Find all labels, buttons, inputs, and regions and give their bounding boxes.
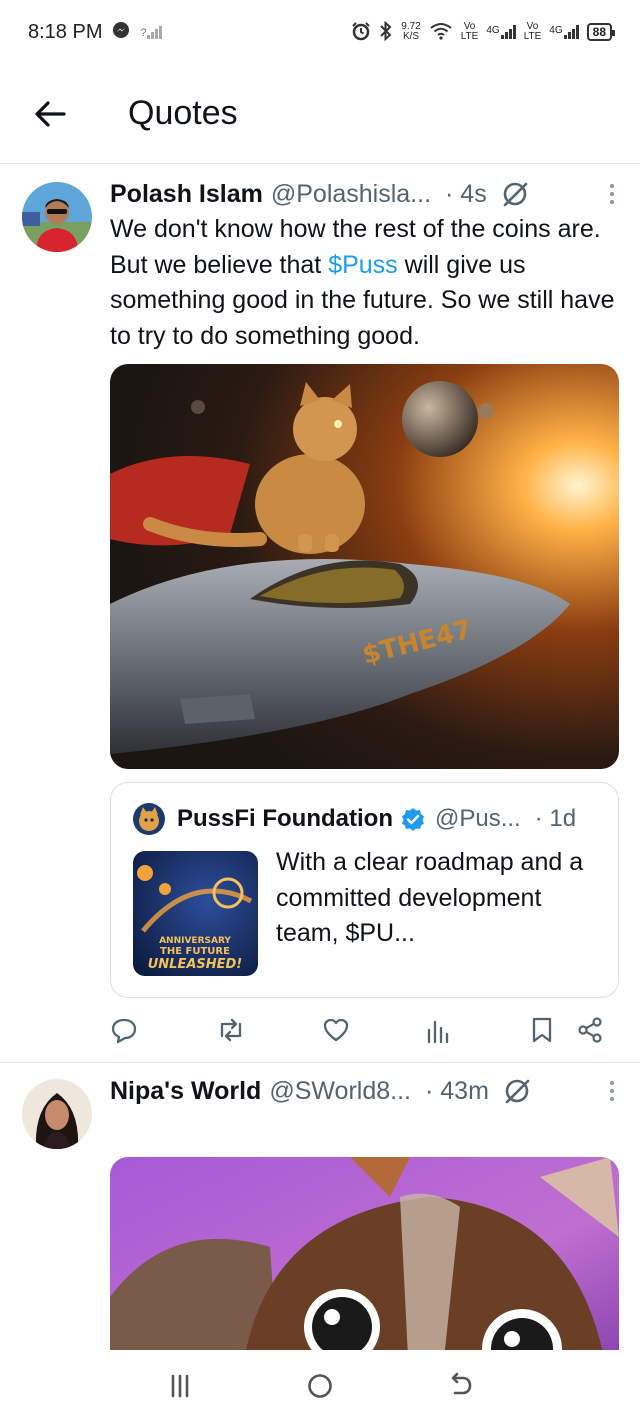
author-handle[interactable]: @Polashisla... <box>271 180 431 209</box>
tweet-time[interactable]: · 4s <box>445 180 487 209</box>
home-button[interactable] <box>290 1356 350 1416</box>
tweet-nipa[interactable]: Nipa's World @SWorld8... · 43m <box>0 1063 640 1350</box>
quoted-avatar[interactable] <box>133 803 165 835</box>
network-speed: 9.72 K/S <box>401 21 421 42</box>
bookmark-icon <box>532 1017 552 1043</box>
svg-text:THE FUTURE: THE FUTURE <box>160 946 230 957</box>
back-button[interactable] <box>20 84 80 144</box>
back-arrow-icon <box>451 1372 472 1395</box>
author-name[interactable]: Nipa's World <box>110 1077 261 1106</box>
share-button[interactable] <box>576 1016 604 1044</box>
quoted-tweet-card[interactable]: PussFi Foundation @Pus... · 1d ANNIVERSA… <box>110 782 619 998</box>
heart-icon <box>323 1018 349 1042</box>
views-button[interactable] <box>425 1016 451 1044</box>
status-time: 8:18 PM <box>28 20 103 43</box>
reply-icon <box>111 1018 137 1044</box>
quoted-tweet-text: With a clear roadmap and a committed dev… <box>276 848 584 947</box>
battery-indicator: 88 <box>586 23 616 41</box>
author-handle[interactable]: @SWorld8... <box>269 1077 411 1106</box>
svg-text:ANNIVERSARY: ANNIVERSARY <box>159 936 231 946</box>
quoted-tweet-time: · 1d <box>534 805 577 832</box>
alarm-icon <box>351 21 371 44</box>
quoted-tweet-thumbnail: ANNIVERSARY THE FUTURE UNLEASHED! <box>133 851 258 976</box>
system-nav-bar <box>0 1350 640 1422</box>
arrow-left-icon <box>35 100 66 127</box>
avatar[interactable] <box>22 182 92 252</box>
recent-apps-button[interactable] <box>150 1356 210 1416</box>
sim2-signal: 4G <box>549 25 579 39</box>
tweet-text: We don't know how the rest of the coins … <box>110 215 615 350</box>
tweet-polash[interactable]: Polash Islam @Polashisla... · 4s We don'… <box>0 164 640 1062</box>
repost-icon <box>220 1018 242 1042</box>
svg-text:UNLEASHED!: UNLEASHED! <box>148 957 243 972</box>
sim1-volte: Vo LTE <box>460 21 479 42</box>
page-title: Quotes <box>128 94 238 132</box>
tweet-header: Nipa's World @SWorld8... · 43m <box>110 1075 624 1107</box>
sim2-volte: Vo LTE <box>523 21 542 42</box>
quoted-author-handle: @Pus... <box>435 805 521 832</box>
tweet-header: Polash Islam @Polashisla... · 4s <box>110 178 624 210</box>
grok-icon[interactable] <box>501 180 529 208</box>
menu-lines-icon <box>171 1374 189 1398</box>
like-button[interactable] <box>322 1016 350 1044</box>
tweet-actions <box>110 1010 620 1050</box>
more-options-icon[interactable] <box>600 1081 624 1101</box>
wifi-icon <box>429 22 453 43</box>
top-header: Quotes <box>0 64 640 164</box>
quoted-tweet-header: PussFi Foundation @Pus... · 1d <box>133 803 604 835</box>
author-name[interactable]: Polash Islam <box>110 180 263 209</box>
verified-badge-icon <box>401 807 425 831</box>
avatar[interactable] <box>22 1079 92 1149</box>
signal-unknown-icon: ? <box>140 25 162 39</box>
cashtag-link[interactable]: $Puss <box>328 251 397 279</box>
grok-icon[interactable] <box>503 1077 531 1105</box>
share-icon <box>578 1017 602 1043</box>
messenger-icon <box>112 21 130 44</box>
reply-button[interactable] <box>110 1016 138 1044</box>
more-options-icon[interactable] <box>600 184 624 204</box>
repost-button[interactable] <box>216 1016 246 1044</box>
quoted-author-name: PussFi Foundation <box>177 805 393 832</box>
status-bar: 8:18 PM ? 9.72 K/S Vo LTE 4G Vo LTE 4G 8… <box>0 0 640 64</box>
tweet-time[interactable]: · 43m <box>425 1077 489 1106</box>
system-back-button[interactable] <box>430 1356 490 1416</box>
bookmark-button[interactable] <box>530 1016 554 1044</box>
tweet-image[interactable] <box>110 1157 619 1350</box>
analytics-icon <box>427 1020 449 1044</box>
bluetooth-icon <box>379 20 393 44</box>
tweet-image[interactable]: $THE47 <box>110 364 619 769</box>
home-circle-icon <box>308 1374 332 1398</box>
sim1-signal: 4G <box>486 25 516 39</box>
